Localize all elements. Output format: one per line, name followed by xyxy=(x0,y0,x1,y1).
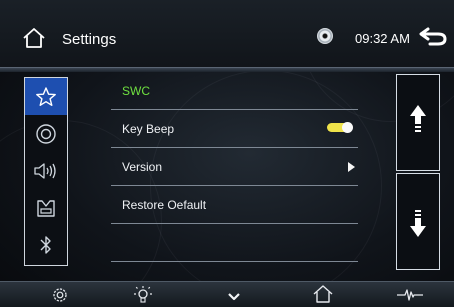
tab-bluetooth[interactable] xyxy=(25,226,67,263)
row-divider xyxy=(111,261,358,262)
key-beep-toggle[interactable] xyxy=(327,122,353,133)
setting-row-version[interactable]: Version xyxy=(111,148,358,186)
waveform-icon[interactable] xyxy=(397,289,423,301)
brightness-icon[interactable] xyxy=(133,285,153,305)
tab-media[interactable] xyxy=(25,115,67,152)
back-icon[interactable] xyxy=(418,26,448,46)
setting-label: SWC xyxy=(122,84,150,98)
gear-icon[interactable] xyxy=(51,286,69,304)
tab-audio[interactable] xyxy=(25,152,67,189)
bluetooth-icon xyxy=(40,235,51,254)
page-up-button[interactable] xyxy=(396,74,440,171)
car-seat-icon xyxy=(37,199,55,217)
category-rail xyxy=(24,77,68,266)
home-icon[interactable] xyxy=(313,285,333,303)
setting-row-restore-default[interactable]: Restore Oefault xyxy=(111,186,358,224)
setting-label: Key Beep xyxy=(122,122,175,136)
home-icon[interactable] xyxy=(22,27,46,49)
setting-label: Version xyxy=(122,160,163,174)
setting-label: Restore Oefault xyxy=(122,198,207,212)
page-up-icon xyxy=(410,105,426,132)
clock: 09:32 AM xyxy=(355,31,410,46)
toggle-knob xyxy=(342,122,353,133)
page-title: Settings xyxy=(62,31,117,48)
chevron-down-icon[interactable] xyxy=(228,292,240,302)
page-down-button[interactable] xyxy=(396,173,440,270)
chevron-right-icon xyxy=(348,162,355,172)
setting-row-empty xyxy=(111,224,358,262)
setting-row-swc[interactable]: SWC xyxy=(111,72,358,110)
tab-general[interactable] xyxy=(25,78,67,115)
speaker-icon xyxy=(34,162,56,179)
star-icon xyxy=(36,86,56,106)
page-down-icon xyxy=(410,210,426,237)
setting-row-key-beep[interactable]: Key Beep xyxy=(111,110,358,148)
disc-icon xyxy=(36,123,56,144)
disc-icon[interactable] xyxy=(317,28,333,44)
settings-screen: Settings 09:32 AM SWC Key Beep Version R… xyxy=(0,0,454,307)
tab-vehicle[interactable] xyxy=(25,189,67,226)
